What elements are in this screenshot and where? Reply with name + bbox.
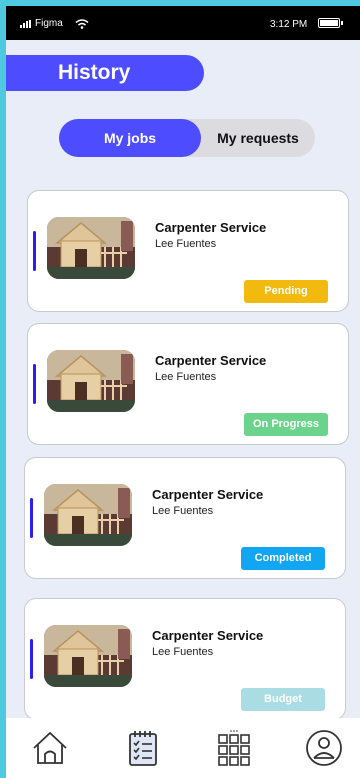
status-time: 3:12 PM <box>270 19 308 30</box>
signal-icon <box>20 19 31 28</box>
card-accent-bar <box>30 498 33 538</box>
phone-screen: Figma 3:12 PM History My jobs My request… <box>6 6 360 778</box>
page-title: History <box>6 55 204 91</box>
status-left: Figma <box>20 18 89 29</box>
card-accent-bar <box>33 364 36 404</box>
job-person: Lee Fuentes <box>155 371 217 383</box>
job-card[interactable]: Carpenter Service Lee Fuentes On Progres… <box>27 323 349 445</box>
jobs-segment-control: My jobs My requests <box>59 119 315 157</box>
job-person: Lee Fuentes <box>152 505 214 517</box>
tab-my-jobs[interactable]: My jobs <box>59 119 201 157</box>
status-badge: Budget <box>241 688 325 711</box>
home-icon[interactable] <box>30 728 70 768</box>
job-card[interactable]: Carpenter Service Lee Fuentes Completed <box>24 457 346 579</box>
tab-my-requests[interactable]: My requests <box>201 119 315 157</box>
battery-icon <box>318 18 343 28</box>
job-title: Carpenter Service <box>155 353 267 368</box>
job-card[interactable]: Carpenter Service Lee Fuentes Pending <box>27 190 349 312</box>
job-thumbnail <box>44 484 132 546</box>
wifi-icon <box>75 18 89 29</box>
status-badge: Pending <box>244 280 328 303</box>
status-bar: Figma 3:12 PM <box>6 6 360 40</box>
card-accent-bar <box>33 231 36 271</box>
carrier-label: Figma <box>35 18 63 29</box>
status-badge: On Progress <box>244 413 328 436</box>
bottom-nav <box>6 718 360 778</box>
clipboard-list-icon[interactable] <box>123 728 163 768</box>
card-accent-bar <box>30 639 33 679</box>
job-title: Carpenter Service <box>152 628 264 643</box>
job-thumbnail <box>47 217 135 279</box>
profile-icon[interactable] <box>304 728 344 768</box>
grid-menu-icon[interactable] <box>214 728 254 768</box>
job-person: Lee Fuentes <box>155 238 217 250</box>
job-title: Carpenter Service <box>155 220 267 235</box>
job-title: Carpenter Service <box>152 487 264 502</box>
job-thumbnail <box>47 350 135 412</box>
job-card[interactable]: Carpenter Service Lee Fuentes Budget <box>24 598 346 720</box>
job-person: Lee Fuentes <box>152 646 214 658</box>
job-thumbnail <box>44 625 132 687</box>
status-badge: Completed <box>241 547 325 570</box>
